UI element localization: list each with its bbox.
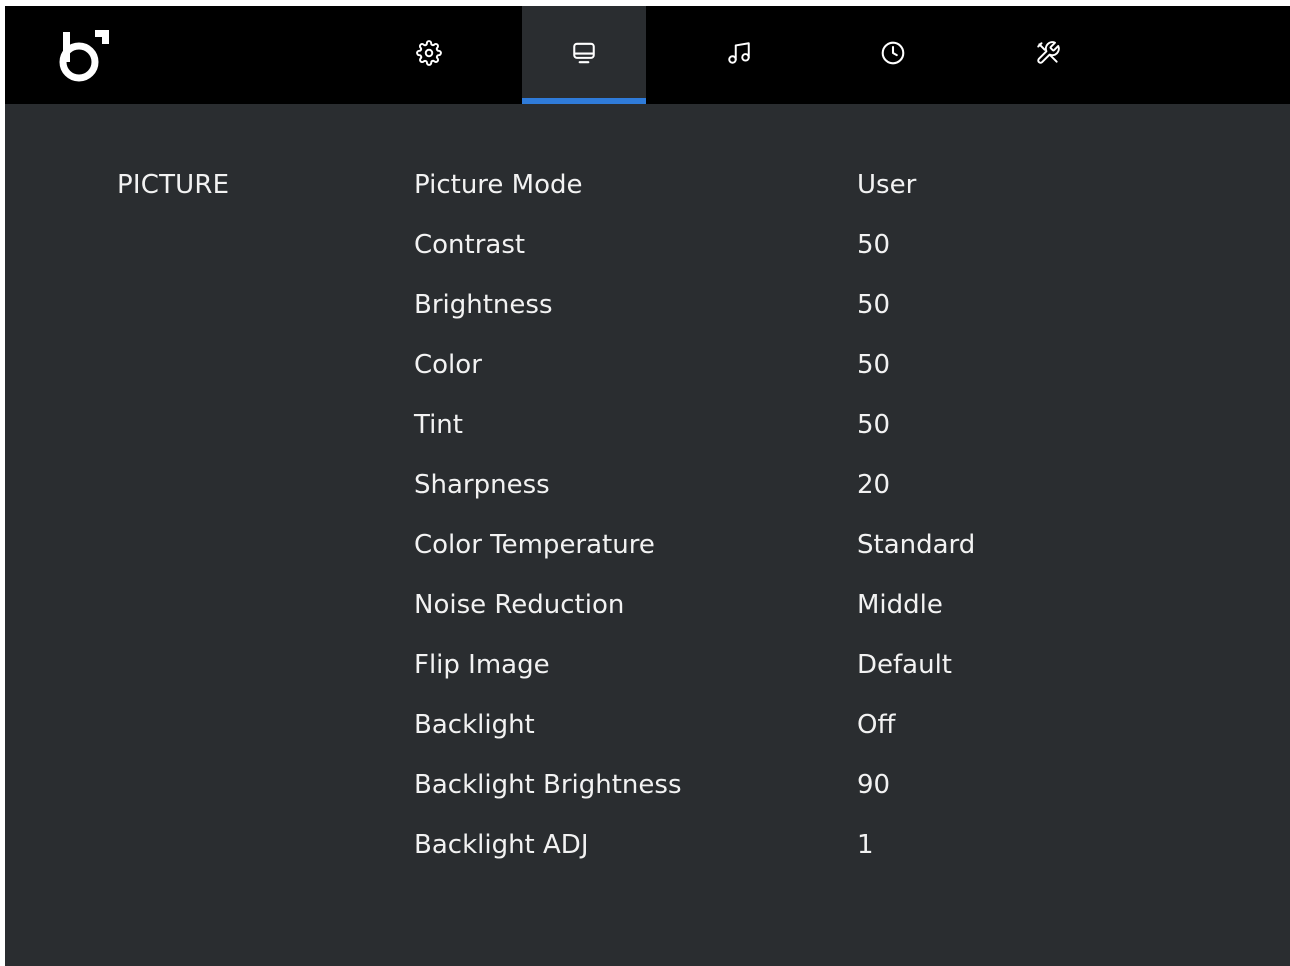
setting-label: Picture Mode bbox=[414, 170, 583, 200]
setting-label: Backlight Brightness bbox=[414, 770, 682, 800]
tab-sound[interactable] bbox=[677, 6, 801, 104]
setting-row-backlight-brightness[interactable]: Backlight Brightness 90 bbox=[5, 760, 1290, 820]
tools-icon bbox=[1035, 40, 1061, 70]
active-tab-indicator bbox=[522, 98, 646, 104]
setting-label: Backlight ADJ bbox=[414, 830, 589, 860]
monitor-icon bbox=[571, 40, 597, 70]
setting-row-sharpness[interactable]: Sharpness 20 bbox=[5, 460, 1290, 520]
setting-row-backlight-adj[interactable]: Backlight ADJ 1 bbox=[5, 820, 1290, 880]
tab-picture[interactable] bbox=[522, 6, 646, 104]
setting-value: 50 bbox=[857, 230, 891, 260]
setting-row-color[interactable]: Color 50 bbox=[5, 340, 1290, 400]
setting-row-color-temperature[interactable]: Color Temperature Standard bbox=[5, 520, 1290, 580]
music-note-icon bbox=[726, 40, 752, 70]
setting-value: 90 bbox=[857, 770, 891, 800]
setting-label: Color bbox=[414, 350, 482, 380]
tab-time[interactable] bbox=[831, 6, 955, 104]
setting-value: 50 bbox=[857, 290, 891, 320]
setting-row-noise-reduction[interactable]: Noise Reduction Middle bbox=[5, 580, 1290, 640]
setting-label: Noise Reduction bbox=[414, 590, 625, 620]
setting-label: Tint bbox=[414, 410, 463, 440]
setting-label: Contrast bbox=[414, 230, 526, 260]
setting-value: 20 bbox=[857, 470, 891, 500]
top-navigation-bar bbox=[5, 6, 1290, 104]
tab-tools[interactable] bbox=[986, 6, 1110, 104]
setting-label: Flip Image bbox=[414, 650, 550, 680]
setting-row-picture-mode[interactable]: Picture Mode User bbox=[5, 160, 1290, 220]
setting-row-flip-image[interactable]: Flip Image Default bbox=[5, 640, 1290, 700]
setting-label: Sharpness bbox=[414, 470, 550, 500]
setting-row-backlight[interactable]: Backlight Off bbox=[5, 700, 1290, 760]
setting-value: 50 bbox=[857, 410, 891, 440]
setting-value: 50 bbox=[857, 350, 891, 380]
setting-value: 1 bbox=[857, 830, 874, 860]
setting-value: Default bbox=[857, 650, 952, 680]
gear-icon bbox=[416, 40, 442, 70]
b-logo-icon bbox=[53, 28, 111, 86]
clock-icon bbox=[880, 40, 906, 70]
settings-list: Picture Mode User Contrast 50 Brightness… bbox=[5, 160, 1290, 880]
setting-label: Color Temperature bbox=[414, 530, 655, 560]
setting-label: Brightness bbox=[414, 290, 553, 320]
setting-value: Off bbox=[857, 710, 896, 740]
settings-screen: PICTURE Picture Mode User Contrast 50 Br… bbox=[5, 6, 1290, 966]
setting-row-contrast[interactable]: Contrast 50 bbox=[5, 220, 1290, 280]
setting-value: Middle bbox=[857, 590, 943, 620]
setting-row-brightness[interactable]: Brightness 50 bbox=[5, 280, 1290, 340]
setting-row-tint[interactable]: Tint 50 bbox=[5, 400, 1290, 460]
setting-value: User bbox=[857, 170, 917, 200]
setting-value: Standard bbox=[857, 530, 976, 560]
setting-label: Backlight bbox=[414, 710, 535, 740]
tab-general-settings[interactable] bbox=[367, 6, 491, 104]
